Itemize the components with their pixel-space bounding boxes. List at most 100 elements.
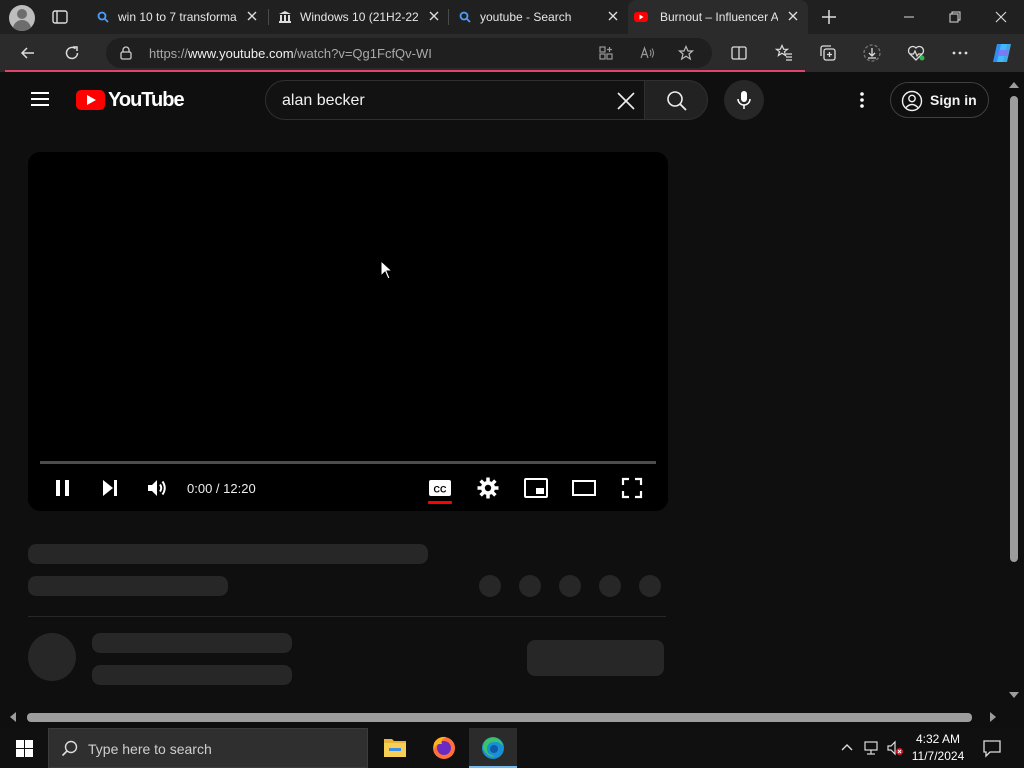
collections-icon[interactable] (818, 43, 838, 63)
edge-icon (482, 737, 504, 759)
firefox-app[interactable] (420, 728, 468, 768)
tab-title: Burnout – Influencer A (660, 10, 778, 24)
next-video-icon[interactable] (98, 476, 122, 500)
archive-favicon-icon (279, 11, 291, 23)
settings-gear-icon[interactable] (476, 476, 500, 500)
refresh-icon[interactable] (62, 43, 82, 63)
search-button[interactable] (644, 80, 708, 120)
screen: win 10 to 7 transforma Windows 10 (21H2-… (0, 0, 1024, 768)
voice-search-button[interactable] (724, 80, 764, 120)
action-placeholder (559, 575, 581, 597)
horizontal-scroll-thumb[interactable] (27, 713, 972, 722)
more-options-icon[interactable] (853, 90, 871, 110)
svg-text:CC: CC (434, 485, 447, 495)
channel-subs-placeholder (92, 665, 292, 685)
microsoft-edge-app[interactable] (469, 728, 517, 768)
youtube-page: YouTube alan becker Sign in 0:00 / 12:20… (0, 72, 1024, 727)
scroll-down-arrow-icon[interactable] (1009, 692, 1019, 698)
pause-icon[interactable] (51, 476, 75, 500)
vertical-scrollbar[interactable] (1005, 72, 1024, 708)
tab-actions-icon[interactable] (50, 7, 70, 27)
action-placeholder (599, 575, 621, 597)
search-favicon-icon (97, 11, 109, 23)
url-text[interactable]: https://www.youtube.com/watch?v=Qg1FcfQv… (149, 46, 432, 61)
volume-muted-icon[interactable] (886, 739, 904, 757)
browser-essentials-icon[interactable] (906, 43, 926, 63)
search-query[interactable]: alan becker (282, 92, 365, 110)
youtube-logo-text: YouTube (108, 89, 185, 111)
action-placeholder (479, 575, 501, 597)
profile-avatar[interactable] (9, 5, 35, 31)
video-progress-bar[interactable] (40, 461, 656, 464)
scroll-left-arrow-icon[interactable] (10, 712, 16, 722)
split-screen-icon[interactable] (729, 43, 749, 63)
youtube-play-logo-icon (76, 90, 105, 110)
browser-tab[interactable]: Windows 10 (21H2-22 (268, 0, 448, 34)
windows-taskbar: Type here to search 4:32 AM 11/7/2024 (0, 728, 1024, 768)
volume-icon[interactable] (145, 476, 169, 500)
tab-title: youtube - Search (480, 10, 572, 24)
taskbar-clock[interactable]: 4:32 AM 11/7/2024 (906, 731, 970, 765)
miniplayer-icon[interactable] (524, 476, 548, 500)
youtube-logo[interactable]: YouTube (76, 89, 185, 111)
channel-avatar-placeholder (28, 633, 76, 681)
guide-menu-icon[interactable] (31, 92, 49, 106)
favorite-star-icon[interactable] (678, 45, 694, 61)
favorites-icon[interactable] (774, 43, 794, 63)
vertical-scroll-thumb[interactable] (1010, 96, 1018, 562)
section-divider (28, 616, 666, 617)
fullscreen-icon[interactable] (620, 476, 644, 500)
address-bar[interactable]: https://www.youtube.com/watch?v=Qg1FcfQv… (106, 38, 712, 68)
video-player[interactable]: 0:00 / 12:20 CC (28, 152, 668, 511)
browser-tab-active[interactable]: Burnout – Influencer A (628, 0, 808, 34)
tab-title: Windows 10 (21H2-22 (300, 10, 418, 24)
youtube-favicon-icon (634, 12, 648, 22)
taskbar-search-box[interactable]: Type here to search (48, 728, 368, 768)
show-hidden-icons-icon[interactable] (838, 739, 856, 757)
url-path: /watch?v=Qg1FcfQv-WI (293, 46, 432, 61)
action-placeholder (519, 575, 541, 597)
close-tab-icon[interactable] (245, 9, 259, 23)
horizontal-scrollbar[interactable] (0, 708, 1005, 727)
taskbar-search-placeholder: Type here to search (88, 741, 212, 757)
app-available-icon[interactable] (598, 45, 614, 61)
minimize-icon[interactable] (886, 0, 932, 34)
close-tab-icon[interactable] (427, 9, 441, 23)
video-time-display: 0:00 / 12:20 (187, 481, 256, 496)
subscribe-placeholder (527, 640, 664, 676)
file-explorer-app[interactable] (371, 728, 419, 768)
browser-tab[interactable]: win 10 to 7 transforma (86, 0, 266, 34)
scroll-up-arrow-icon[interactable] (1009, 82, 1019, 88)
copilot-icon[interactable] (990, 42, 1014, 64)
close-tab-icon[interactable] (606, 9, 620, 23)
downloads-icon[interactable] (862, 43, 882, 63)
settings-more-icon[interactable] (950, 43, 970, 63)
microphone-icon (737, 91, 751, 109)
start-button[interactable] (0, 728, 48, 768)
firefox-icon (433, 736, 455, 759)
new-tab-icon[interactable] (820, 8, 838, 26)
sign-in-button[interactable]: Sign in (890, 82, 989, 118)
restore-icon[interactable] (932, 0, 978, 34)
scroll-right-arrow-icon[interactable] (990, 712, 996, 722)
browser-tab[interactable]: youtube - Search (448, 0, 628, 34)
notification-center-icon[interactable] (982, 738, 1002, 758)
read-aloud-icon[interactable] (639, 45, 655, 61)
search-input[interactable]: alan becker (265, 80, 645, 120)
title-placeholder (28, 544, 428, 564)
close-window-icon[interactable] (978, 0, 1024, 34)
clear-search-icon[interactable] (616, 91, 636, 111)
action-placeholder (639, 575, 661, 597)
search-icon (667, 91, 687, 111)
windows-logo-icon (16, 740, 33, 757)
mouse-cursor-icon (380, 260, 394, 280)
captions-active-indicator (428, 501, 452, 504)
captions-icon[interactable]: CC (428, 476, 452, 500)
network-icon[interactable] (862, 739, 880, 757)
theater-mode-icon[interactable] (572, 476, 596, 500)
lock-icon[interactable] (118, 45, 134, 61)
url-scheme: https:// (149, 46, 189, 61)
back-icon[interactable] (18, 43, 38, 63)
close-tab-icon[interactable] (786, 9, 800, 23)
search-favicon-icon (459, 11, 471, 23)
